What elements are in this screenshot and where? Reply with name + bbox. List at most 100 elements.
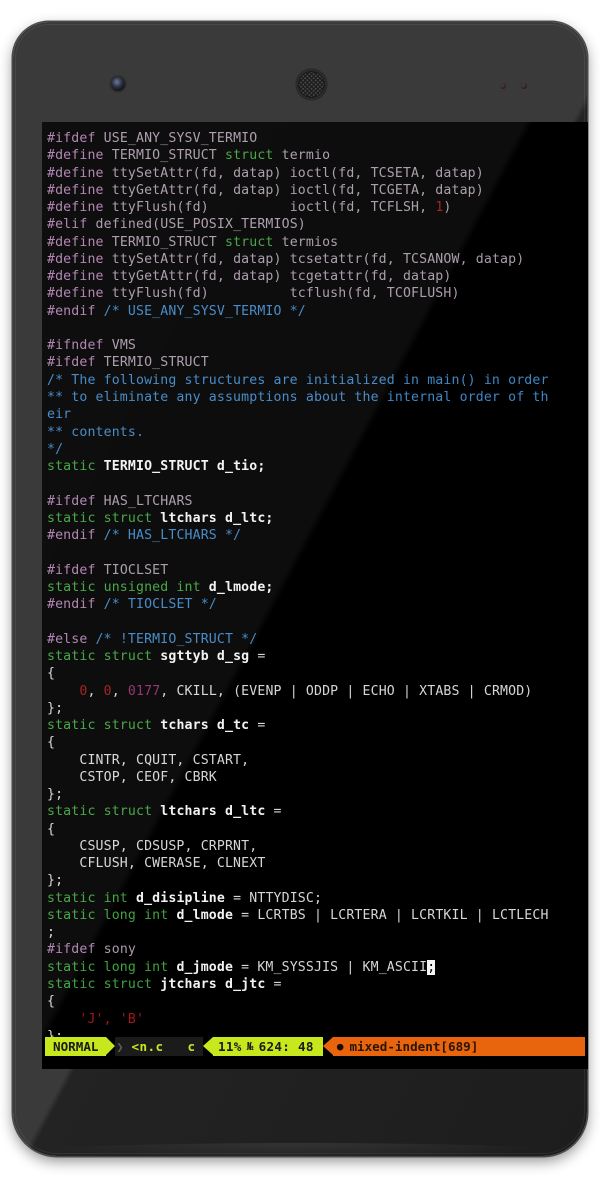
code-token: jtchars d_jtc — [160, 977, 266, 993]
code-line[interactable]: 'J', 'B' — [47, 1011, 588, 1028]
code-line[interactable]: static unsigned int d_lmode; — [47, 579, 588, 596]
phone-screen[interactable]: #ifdef USE_ANY_SYSV_TERMIO #define TERMIO… — [42, 122, 588, 1069]
code-line[interactable]: static TERMIO_STRUCT d_tio; — [47, 458, 588, 475]
code-token: #ifndef — [47, 338, 104, 354]
code-line[interactable]: #ifdef TERMIO_STRUCT — [47, 354, 588, 371]
code-token: #ifdef — [47, 131, 96, 146]
code-token: TERMIO_STRUCT — [103, 148, 225, 164]
code-token: CFLUSH, CWERASE, CLNEXT — [47, 856, 266, 872]
code-line[interactable]: }; — [47, 1028, 588, 1037]
code-line[interactable]: #define TERMIO_STRUCT struct termio — [47, 147, 588, 164]
code-line[interactable]: { — [47, 821, 588, 838]
code-token: HAS_LTCHARS — [95, 493, 193, 509]
code-line[interactable]: #ifdef USE_ANY_SYSV_TERMIO — [47, 130, 588, 147]
code-token: }; — [47, 1028, 64, 1037]
code-line[interactable]: 0, 0, 0177, CKILL, (EVENP | ODDP | ECHO … — [47, 683, 588, 700]
code-line[interactable]: eir — [47, 406, 588, 423]
code-line[interactable] — [47, 544, 588, 561]
code-line[interactable]: #define ttyFlush(fd) tcflush(fd, TCOFLUS… — [47, 285, 588, 302]
code-line[interactable]: static struct jtchars d_jtc = — [47, 976, 588, 993]
code-token: ttyGetAttr(fd, datap) tcgetattr(fd, data… — [103, 269, 452, 285]
code-line[interactable]: static struct sgttyb d_sg = — [47, 648, 588, 665]
code-token: */ — [47, 441, 64, 457]
code-token: { — [47, 994, 56, 1010]
code-token: #define — [47, 165, 104, 181]
code-line[interactable]: CSTOP, CEOF, CBRK — [47, 769, 588, 786]
code-token: static struct — [47, 977, 153, 993]
code-line[interactable]: }; — [47, 700, 588, 717]
code-line[interactable]: #define ttyFlush(fd) ioctl(fd, TCFLSH, 1… — [47, 199, 588, 216]
code-line[interactable]: CFLUSH, CWERASE, CLNEXT — [47, 855, 588, 872]
terminal-editor[interactable]: #ifdef USE_ANY_SYSV_TERMIO #define TERMIO… — [42, 122, 588, 1069]
code-token: static — [47, 459, 96, 475]
code-token: = — [249, 718, 266, 734]
status-position-group: 11% № 624: 48 — [213, 1037, 323, 1056]
code-line[interactable]: }; — [47, 872, 588, 889]
code-token: d_jmode — [176, 959, 234, 975]
code-line[interactable]: ; — [47, 924, 588, 941]
code-line[interactable]: { — [47, 993, 588, 1010]
code-token: { — [47, 666, 56, 682]
code-line[interactable]: static long int d_jmode = KM_SYSSJIS | K… — [47, 959, 588, 976]
code-token: defined(USE_POSIX_TERMIOS) — [87, 217, 306, 233]
code-line[interactable]: ** contents. — [47, 424, 588, 441]
code-token: 0177 — [127, 683, 161, 699]
code-line[interactable]: #define ttyGetAttr(fd, datap) ioctl(fd, … — [47, 182, 588, 199]
vim-status-line: NORMAL ❯ <n.c c 11% № 624: 48 ● mixed-in… — [45, 1037, 585, 1056]
code-token: #ifdef — [47, 355, 96, 371]
code-line[interactable]: #define ttySetAttr(fd, datap) ioctl(fd, … — [47, 165, 588, 182]
code-editor-text[interactable]: #ifdef USE_ANY_SYSV_TERMIO #define TERMIO… — [42, 130, 588, 1037]
code-token: CSUSP, CDSUSP, CRPRNT, — [47, 838, 258, 854]
code-line[interactable] — [47, 320, 588, 337]
code-line[interactable]: #else /* !TERMIO_STRUCT */ — [47, 631, 588, 648]
code-line[interactable]: #endif /* USE_ANY_SYSV_TERMIO */ — [47, 303, 588, 320]
code-line[interactable]: CSUSP, CDSUSP, CRPRNT, — [47, 838, 588, 855]
code-line[interactable]: static int d_disipline = NTTYDISC; — [47, 890, 588, 907]
code-line[interactable]: #endif /* TIOCLSET */ — [47, 596, 588, 613]
code-line[interactable]: static struct ltchars d_ltc; — [47, 510, 588, 527]
code-line[interactable]: #ifndef VMS — [47, 337, 588, 354]
code-line[interactable]: /* The following structures are initiali… — [47, 372, 588, 389]
code-line[interactable]: #ifdef sony — [47, 941, 588, 958]
code-line[interactable]: */ — [47, 441, 588, 458]
code-line[interactable]: #define TERMIO_STRUCT struct termios — [47, 234, 588, 251]
code-line[interactable]: #define ttySetAttr(fd, datap) tcsetattr(… — [47, 251, 588, 268]
code-token: #define — [47, 251, 104, 267]
code-line[interactable]: CINTR, CQUIT, CSTART, — [47, 752, 588, 769]
code-token: #ifdef — [47, 942, 96, 958]
code-line[interactable]: { — [47, 665, 588, 682]
code-line[interactable]: #endif /* HAS_LTCHARS */ — [47, 527, 588, 544]
code-token: ttySetAttr(fd, datap) tcsetattr(fd, TCSA… — [103, 251, 525, 267]
code-token: static int — [47, 890, 128, 906]
code-token: 'J', 'B' — [79, 1011, 145, 1027]
status-filename: <n.c — [125, 1037, 174, 1056]
code-token: TIOCLSET — [95, 562, 169, 578]
code-token: = KM_SYSSJIS | KM_ASCII — [233, 959, 428, 975]
code-token: ltchars d_ltc — [160, 804, 266, 820]
code-line[interactable]: static struct tchars d_tc = — [47, 717, 588, 734]
code-token: #ifdef — [47, 562, 96, 578]
code-line[interactable]: static long int d_lmode = LCRTBS | LCRTE… — [47, 907, 588, 924]
code-line[interactable]: #ifdef TIOCLSET — [47, 562, 588, 579]
status-position: 624: 48 — [258, 1039, 314, 1054]
code-line[interactable]: static struct ltchars d_ltc = — [47, 803, 588, 820]
code-token: /* TIOCLSET */ — [103, 597, 217, 613]
code-line[interactable]: #ifdef HAS_LTCHARS — [47, 493, 588, 510]
code-line[interactable]: #elif defined(USE_POSIX_TERMIOS) — [47, 216, 588, 233]
code-line[interactable]: { — [47, 734, 588, 751]
code-line[interactable]: }; — [47, 786, 588, 803]
code-token: ttyFlush(fd) ioctl(fd, TCFLSH, — [103, 200, 436, 216]
code-line[interactable]: ** to eliminate any assumptions about th… — [47, 389, 588, 406]
status-mode: NORMAL — [45, 1037, 106, 1056]
sensor-dots — [500, 83, 532, 90]
code-token: #elif — [47, 217, 88, 233]
code-token: ttyFlush(fd) tcflush(fd, TCOFLUSH) — [103, 286, 460, 302]
code-line[interactable]: #define ttyGetAttr(fd, datap) tcgetattr(… — [47, 268, 588, 285]
code-token: eir — [47, 407, 72, 423]
code-line[interactable] — [47, 613, 588, 630]
code-line[interactable] — [47, 475, 588, 492]
